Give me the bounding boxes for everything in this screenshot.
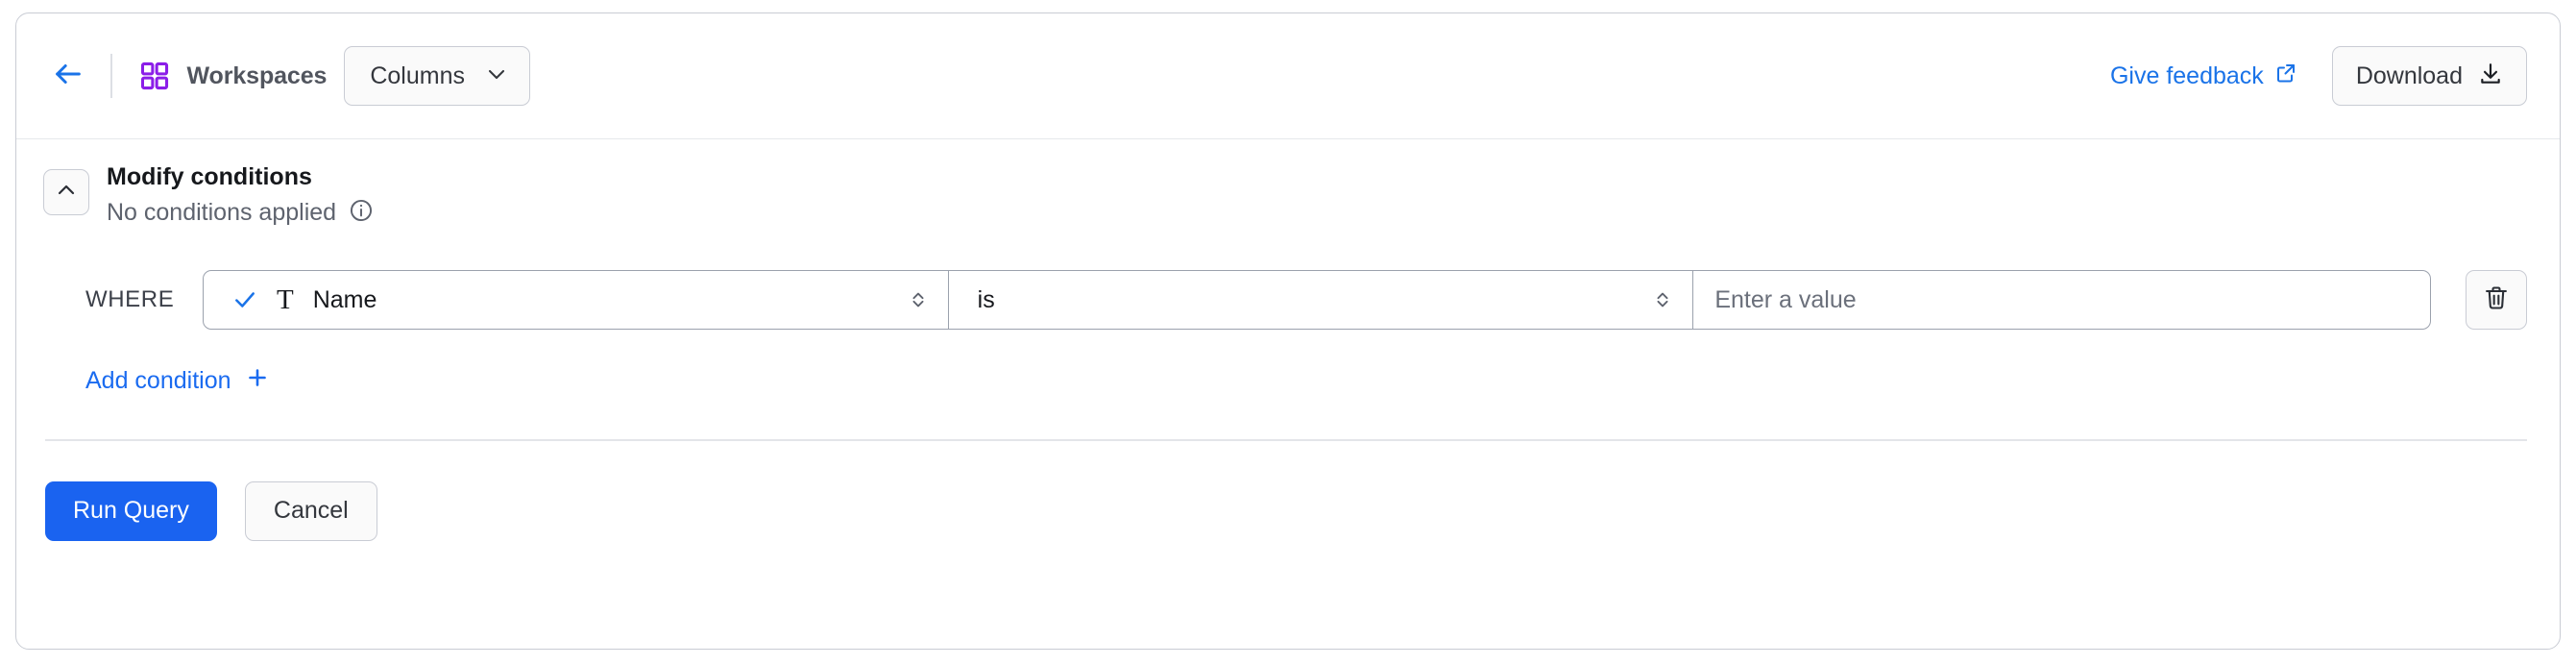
give-feedback-label: Give feedback <box>2109 62 2264 89</box>
external-link-icon <box>2274 62 2297 91</box>
condition-operator-value: is <box>977 285 995 313</box>
modify-conditions-header: Modify conditions No conditions applied <box>43 162 2527 228</box>
text-type-T-icon: T <box>277 283 294 315</box>
check-icon <box>232 287 257 312</box>
condition-field-group: T Name is Enter a value <box>203 270 2432 331</box>
chevron-down-icon <box>485 62 508 90</box>
delete-condition-button[interactable] <box>2466 270 2527 331</box>
download-button-label: Download <box>2355 62 2463 89</box>
give-feedback-link[interactable]: Give feedback <box>2110 62 2297 91</box>
condition-operator-select[interactable]: is <box>948 270 1694 331</box>
chevron-up-icon <box>55 179 78 207</box>
header-divider <box>110 54 112 98</box>
grid-squares-icon <box>139 61 170 91</box>
download-button[interactable]: Download <box>2331 46 2527 106</box>
query-builder-card: Workspaces Columns Give feedback Downloa… <box>15 12 2561 650</box>
arrow-left-icon <box>52 58 85 95</box>
condition-field-value: Name <box>312 285 377 313</box>
trash-icon <box>2483 284 2510 316</box>
modify-conditions-text-block: Modify conditions No conditions applied <box>107 162 374 228</box>
cancel-button[interactable]: Cancel <box>244 480 377 541</box>
info-circle-icon[interactable] <box>349 198 374 228</box>
plus-icon <box>246 366 269 396</box>
chevron-up-down-icon <box>908 289 929 310</box>
run-query-button[interactable]: Run Query <box>45 480 217 541</box>
download-icon <box>2478 62 2503 91</box>
chevron-up-down-icon <box>1652 289 1673 310</box>
card-header: Workspaces Columns Give feedback Downloa… <box>16 13 2560 139</box>
where-label: WHERE <box>85 286 175 313</box>
condition-row: WHERE T Name is Enter a value <box>43 270 2527 331</box>
condition-value-placeholder: Enter a value <box>1714 285 1857 313</box>
section-subtitle-row: No conditions applied <box>107 198 374 228</box>
columns-dropdown-button[interactable]: Columns <box>344 46 530 106</box>
condition-field-select[interactable]: T Name <box>203 270 949 331</box>
add-condition-label: Add condition <box>85 367 231 395</box>
columns-dropdown-label: Columns <box>370 62 465 89</box>
page-title: Workspaces <box>186 62 328 89</box>
footer-actions: Run Query Cancel <box>16 441 2560 541</box>
section-title: Modify conditions <box>107 163 312 190</box>
status-text: No conditions applied <box>107 199 337 227</box>
screen-root: Workspaces Columns Give feedback Downloa… <box>0 0 2576 665</box>
condition-value-input-wrapper[interactable]: Enter a value <box>1693 270 2432 331</box>
card-body: Modify conditions No conditions applied <box>16 139 2560 396</box>
add-condition-button[interactable]: Add condition <box>85 366 269 396</box>
collapse-conditions-button[interactable] <box>43 169 89 215</box>
back-button[interactable] <box>43 51 93 101</box>
